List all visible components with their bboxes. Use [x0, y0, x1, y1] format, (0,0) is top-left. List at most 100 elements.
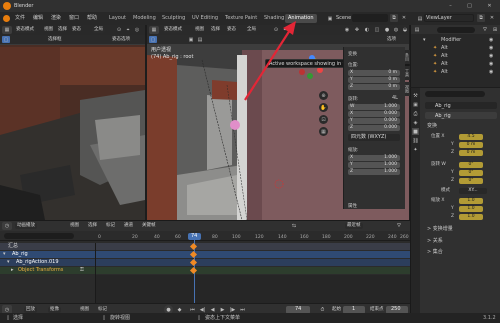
outliner-type-icon[interactable]: ▤	[413, 26, 421, 33]
dope-sheet[interactable]: ◷ 动画播放 视图 选择 标记 通道 关键帧 ⇆ 最近帧 ⛛ 0 20 40 6…	[0, 220, 410, 323]
visibility-icon[interactable]: ◉	[489, 46, 493, 51]
tab-sculpting[interactable]: Sculpting	[159, 14, 188, 23]
outliner-row[interactable]: ✦ Alt ◉	[411, 69, 500, 76]
tab-uv-editing[interactable]: UV Editing	[189, 14, 221, 23]
tl-menu-view[interactable]: 视图	[70, 223, 79, 229]
transform-panel-header[interactable]: 变换	[427, 124, 437, 129]
channel-row-group[interactable]: ▸ Object Transforms ⚿	[0, 267, 410, 274]
tab-animation[interactable]: Animation	[285, 14, 317, 23]
right-menu-select[interactable]: 选择	[211, 27, 220, 33]
pan-icon[interactable]: ✋	[319, 103, 328, 112]
maximize-button[interactable]: □	[462, 1, 477, 11]
tl-menu-marker[interactable]: 标记	[106, 223, 115, 229]
object-name-field[interactable]: Ab_rig	[425, 102, 497, 109]
channel-row-action[interactable]: ▾ Ab_rigAction.019	[0, 259, 410, 266]
options-dropdown[interactable]: 选项	[385, 36, 398, 43]
tab-texture-paint[interactable]: Texture Paint	[222, 14, 260, 23]
location-z-field[interactable]: Z0 m	[348, 84, 400, 90]
new-view-layer-icon[interactable]: ⧉	[477, 14, 485, 22]
left-menu-view[interactable]: 视图	[44, 27, 53, 33]
camera-viewport[interactable]: ▦ 姿态模式 视图 选择 姿态 全局 ⊙ ⌖ ◎ ▢ 选择框 姿态选项	[0, 25, 145, 220]
rotation-w-field[interactable]: W 1.000	[348, 104, 400, 110]
snap-icon[interactable]: ⌖	[124, 26, 132, 34]
new-collection-icon[interactable]: ⊞	[491, 26, 499, 33]
scale-x-field[interactable]: X 1.000	[348, 155, 400, 161]
channel-row-object[interactable]: ▾ Ab_rig	[0, 251, 410, 258]
select-box-icon[interactable]: ▢	[149, 36, 157, 43]
pivot-icon[interactable]: ⊙	[272, 26, 280, 34]
xray-icon[interactable]: ◫	[373, 26, 381, 34]
minimize-button[interactable]: –	[443, 1, 458, 11]
scene-tab-icon[interactable]: ◈	[412, 119, 419, 126]
sync-icon[interactable]: ⇆	[290, 222, 298, 230]
blender-menu-icon[interactable]	[3, 15, 10, 22]
prop-rotation-x[interactable]: 0°	[459, 162, 483, 168]
proportional-icon[interactable]: ◎	[133, 26, 141, 34]
visibility-icon[interactable]: ◉	[343, 26, 351, 34]
delta-transform-header[interactable]: > 变换增量	[427, 227, 453, 232]
scene-selector[interactable]: Scene	[336, 16, 351, 21]
pivot-icon[interactable]: ⊙	[115, 26, 123, 34]
tl-menu-key[interactable]: 关键帧	[142, 223, 156, 229]
shading-solid-icon[interactable]: ●	[383, 26, 391, 34]
close-button[interactable]: ✕	[482, 1, 497, 11]
axis-neg-x-icon[interactable]	[299, 69, 305, 75]
editor-type-icon[interactable]: ◷	[2, 222, 12, 230]
tl-menu-select[interactable]: 选择	[88, 223, 97, 229]
rotation-mode-select[interactable]: XY...	[459, 188, 487, 194]
tl-menu-channel[interactable]: 通道	[124, 223, 133, 229]
filter-icon[interactable]: ⛛	[481, 26, 489, 33]
rotation-mode-dropdown[interactable]: 四元数 (WXYZ)	[348, 134, 400, 141]
prop-location-x[interactable]: 4.5	[459, 134, 483, 140]
outliner-row[interactable]: ▾ Modifier ◉	[411, 37, 500, 44]
rotation-x-field[interactable]: X 0.000	[348, 111, 400, 117]
prop-location-z[interactable]: 0 m	[459, 150, 483, 156]
zoom-icon[interactable]: ⊕	[319, 91, 328, 100]
menu-file[interactable]: 文件	[15, 15, 25, 22]
rotation-lock-label[interactable]: 4L	[392, 96, 398, 101]
visibility-icon[interactable]: ◉	[489, 70, 493, 75]
snap-mode-dropdown[interactable]: 最近帧	[345, 223, 363, 229]
prop-scale-y[interactable]: 1.0	[459, 206, 483, 212]
properties-section-header[interactable]: 属性	[348, 203, 357, 209]
channel-expand-icon[interactable]: ▸	[11, 268, 14, 273]
prop-scale-z[interactable]: 1.0	[459, 214, 483, 220]
right-mode-dropdown[interactable]: 姿态模式	[162, 27, 184, 33]
data-tab-icon[interactable]: ✦	[412, 146, 419, 153]
outliner-row[interactable]: ✦ Alt ◉	[411, 45, 500, 52]
visibility-icon[interactable]: ◉	[489, 38, 493, 43]
right-menu-view[interactable]: 视图	[195, 27, 204, 33]
object-tab-icon[interactable]: ■	[412, 128, 419, 135]
tab-shading[interactable]: Shading	[261, 14, 287, 23]
channel-expand-icon[interactable]: ▾	[7, 260, 10, 265]
right-orientation-dropdown[interactable]: 全局	[245, 27, 258, 33]
location-y-field[interactable]: Y0 m	[348, 77, 400, 83]
playback-menu[interactable]: 回放	[24, 306, 37, 313]
menu-help[interactable]: 帮助	[87, 15, 97, 22]
left-menu-pose[interactable]: 姿态	[72, 27, 81, 33]
footer-marker-menu[interactable]: 标记	[98, 307, 107, 313]
snap-icon[interactable]: ⌖	[281, 26, 289, 34]
channel-expand-icon[interactable]: ▾	[3, 252, 6, 257]
rotation-z-field[interactable]: Z 0.000	[348, 125, 400, 131]
tool-tab-icon[interactable]: ⚒	[412, 92, 419, 99]
editor-type-icon[interactable]: ▦	[149, 26, 159, 34]
scale-y-field[interactable]: Y 1.000	[348, 162, 400, 168]
keying-menu[interactable]: 抠像	[48, 306, 61, 313]
menu-edit[interactable]: 编辑	[33, 15, 43, 22]
camera-view-icon[interactable]: ⊡	[319, 115, 328, 124]
output-tab-icon[interactable]: ⎙	[412, 110, 419, 117]
new-scene-icon[interactable]: ⧉	[390, 14, 398, 22]
prop-rotation-y[interactable]: 0°	[459, 170, 483, 176]
delete-scene-icon[interactable]: ✕	[400, 14, 408, 22]
collections-header[interactable]: > 集合	[427, 250, 443, 255]
rotation-y-field[interactable]: Y 0.000	[348, 118, 400, 124]
select-box-icon[interactable]: ▢	[2, 36, 10, 43]
outliner-row[interactable]: ✦ Alt ◉	[411, 53, 500, 60]
properties-search-input[interactable]	[425, 91, 485, 97]
footer-view-menu[interactable]: 视图	[80, 307, 89, 313]
view-layer-field[interactable]	[424, 14, 474, 22]
constraint-tab-icon[interactable]: ⛓	[412, 137, 419, 144]
tab-layout[interactable]: Layout	[106, 14, 129, 23]
left-orientation-dropdown[interactable]: 全局	[92, 27, 105, 33]
